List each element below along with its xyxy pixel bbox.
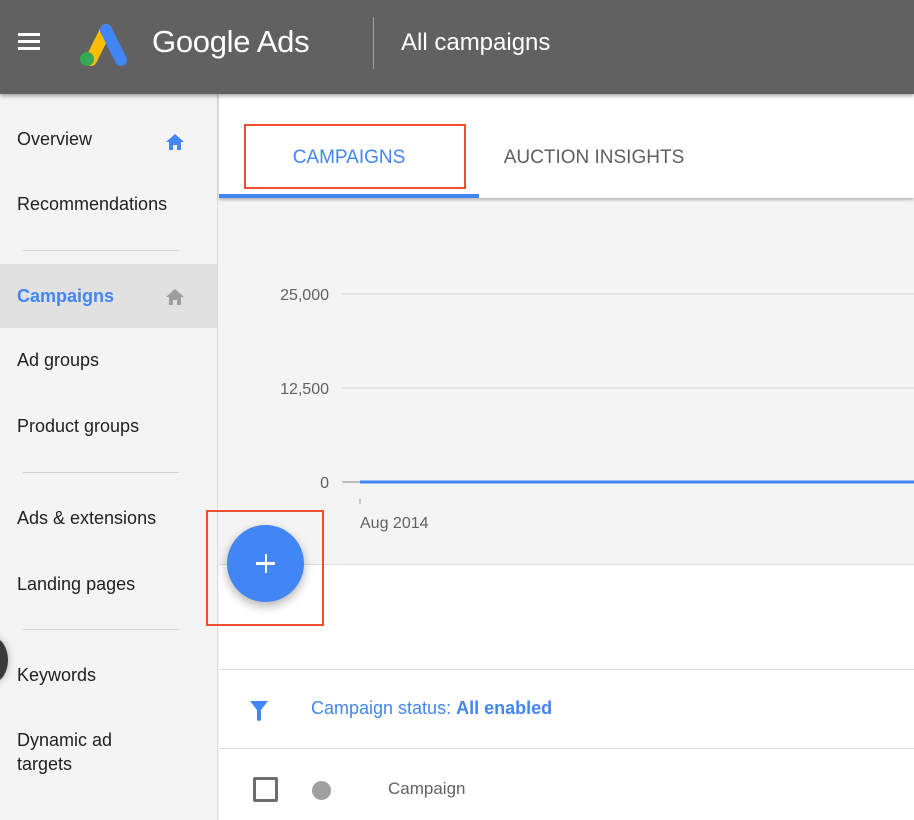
sidebar-item-label: Dynamic ad targets <box>17 728 112 776</box>
filter-icon <box>250 701 268 721</box>
status-column-icon <box>312 781 331 800</box>
performance-chart: 0 12,500 25,000 Aug 2014 <box>219 198 914 565</box>
select-all-checkbox[interactable] <box>253 777 278 802</box>
label-line-2: targets <box>17 754 73 774</box>
sidebar-item-product-groups[interactable]: Product groups <box>0 394 217 458</box>
sidebar-item-keywords[interactable]: Keywords <box>0 644 217 708</box>
column-header-campaign[interactable]: Campaign <box>388 779 466 799</box>
filter-value: All enabled <box>456 698 553 718</box>
y-tick-label: 12,500 <box>280 381 329 398</box>
chart-svg: 0 12,500 25,000 Aug 2014 <box>280 287 914 532</box>
sidebar-item-overview[interactable]: Overview <box>0 108 217 172</box>
page-title: All campaigns <box>401 29 551 56</box>
header-divider <box>373 17 374 69</box>
main-content: CAMPAIGNS AUCTION INSIGHTS 0 12,500 25,000… <box>206 94 914 820</box>
y-tick-label: 25,000 <box>280 287 329 304</box>
sidebar-item-dynamic-ad-targets[interactable]: Dynamic ad targets <box>0 714 217 784</box>
sidebar-item-ads-extensions[interactable]: Ads & extensions <box>0 486 217 550</box>
nav-divider <box>23 250 179 251</box>
sidebar-item-ad-groups[interactable]: Ad groups <box>0 330 217 394</box>
sidebar-item-label: Landing pages <box>17 574 136 594</box>
label-line-1: Dynamic ad <box>17 730 113 750</box>
brand-name[interactable]: Google Ads <box>152 20 310 64</box>
chart-footer <box>219 565 914 670</box>
active-tab-indicator <box>219 194 479 198</box>
tab-campaigns[interactable]: CAMPAIGNS <box>219 94 479 198</box>
sidebar-item-label: Overview <box>17 129 93 149</box>
tab-auction-insights[interactable]: AUCTION INSIGHTS <box>479 94 709 198</box>
hamburger-menu-icon[interactable] <box>18 33 40 51</box>
sidebar-item-label: Ad groups <box>17 350 100 370</box>
y-tick-label: 0 <box>320 475 329 492</box>
add-campaign-button[interactable] <box>227 525 304 602</box>
sidebar-nav: Overview Recommendations Campaigns Ad gr… <box>0 94 218 820</box>
sidebar-item-label: Product groups <box>17 416 140 436</box>
sidebar-item-label: Campaigns <box>17 286 115 306</box>
table-header-row: Campaign <box>219 749 914 820</box>
home-icon <box>166 134 184 150</box>
sidebar-item-recommendations[interactable]: Recommendations <box>0 172 217 236</box>
sidebar-item-campaigns[interactable]: Campaigns <box>0 264 217 328</box>
filter-label: Campaign status: All enabled <box>311 698 552 719</box>
top-app-bar: Google Ads All campaigns <box>0 0 914 94</box>
nav-divider <box>23 472 179 473</box>
filter-prefix: Campaign status: <box>311 698 457 718</box>
sidebar-item-landing-pages[interactable]: Landing pages <box>0 550 217 614</box>
plus-icon-vertical <box>264 554 267 573</box>
google-ads-logo-icon[interactable] <box>68 20 132 68</box>
nav-divider <box>23 629 179 630</box>
tab-bar: CAMPAIGNS AUCTION INSIGHTS <box>219 94 914 198</box>
home-icon <box>166 289 184 305</box>
x-tick-label: Aug 2014 <box>360 515 429 532</box>
sidebar-item-label: Recommendations <box>17 194 168 214</box>
sidebar-item-label: Ads & extensions <box>17 508 157 528</box>
campaign-status-filter[interactable]: Campaign status: All enabled <box>219 670 914 749</box>
sidebar-item-label: Keywords <box>17 665 97 685</box>
